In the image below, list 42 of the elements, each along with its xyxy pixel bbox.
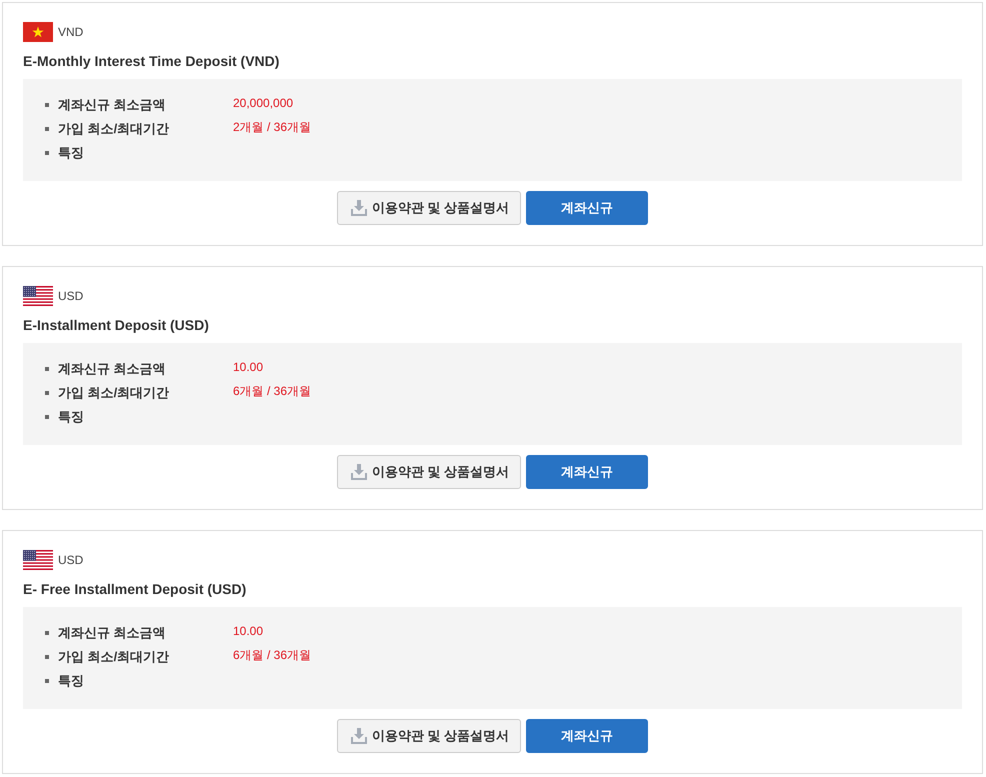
detail-value: 20,000,000 xyxy=(233,96,294,110)
detail-label: 가입 최소/최대기간 xyxy=(58,120,170,138)
bullet-icon xyxy=(45,367,49,371)
download-icon xyxy=(350,200,367,216)
product-title: E-Monthly Interest Time Deposit (VND) xyxy=(23,52,280,70)
terms-download-button[interactable]: 이용약관 및 상품설명서 xyxy=(336,455,522,489)
open-account-button[interactable]: 계좌신규 xyxy=(526,719,648,753)
open-account-button[interactable]: 계좌신규 xyxy=(526,455,648,489)
product-title: E- Free Installment Deposit (USD) xyxy=(23,580,248,598)
detail-label: 특징 xyxy=(58,408,85,426)
open-account-button[interactable]: 계좌신규 xyxy=(526,191,648,225)
detail-value: 6개월 / 36개월 xyxy=(233,646,312,664)
bullet-icon xyxy=(45,103,49,107)
bullet-icon xyxy=(45,415,49,419)
detail-label: 가입 최소/최대기간 xyxy=(58,648,170,666)
star-flag-icon xyxy=(23,22,53,42)
currency-code: USD xyxy=(58,552,84,569)
detail-value: 10.00 xyxy=(233,624,264,638)
bullet-icon xyxy=(45,127,49,131)
striped-flag-icon xyxy=(23,550,53,570)
bullet-icon xyxy=(45,391,49,395)
currency-code: USD xyxy=(58,288,84,305)
bullet-icon xyxy=(45,151,49,155)
detail-label: 특징 xyxy=(58,672,85,690)
detail-label: 가입 최소/최대기간 xyxy=(58,384,170,402)
bullet-icon xyxy=(45,679,49,683)
bullet-icon xyxy=(45,631,49,635)
detail-value: 6개월 / 36개월 xyxy=(233,382,312,400)
detail-value: 2개월 / 36개월 xyxy=(233,118,312,136)
download-icon xyxy=(350,728,367,744)
currency-code: VND xyxy=(58,24,84,41)
bullet-icon xyxy=(45,655,49,659)
download-icon xyxy=(350,464,367,480)
product-title: E-Installment Deposit (USD) xyxy=(23,316,210,334)
terms-download-button[interactable]: 이용약관 및 상품설명서 xyxy=(336,719,522,753)
detail-value: 10.00 xyxy=(233,360,264,374)
detail-label: 특징 xyxy=(58,144,85,162)
detail-label: 계좌신규 최소금액 xyxy=(58,360,167,378)
detail-label: 계좌신규 최소금액 xyxy=(58,96,167,114)
terms-download-button[interactable]: 이용약관 및 상품설명서 xyxy=(336,191,522,225)
detail-label: 계좌신규 최소금액 xyxy=(58,624,167,642)
striped-flag-icon xyxy=(23,286,53,306)
